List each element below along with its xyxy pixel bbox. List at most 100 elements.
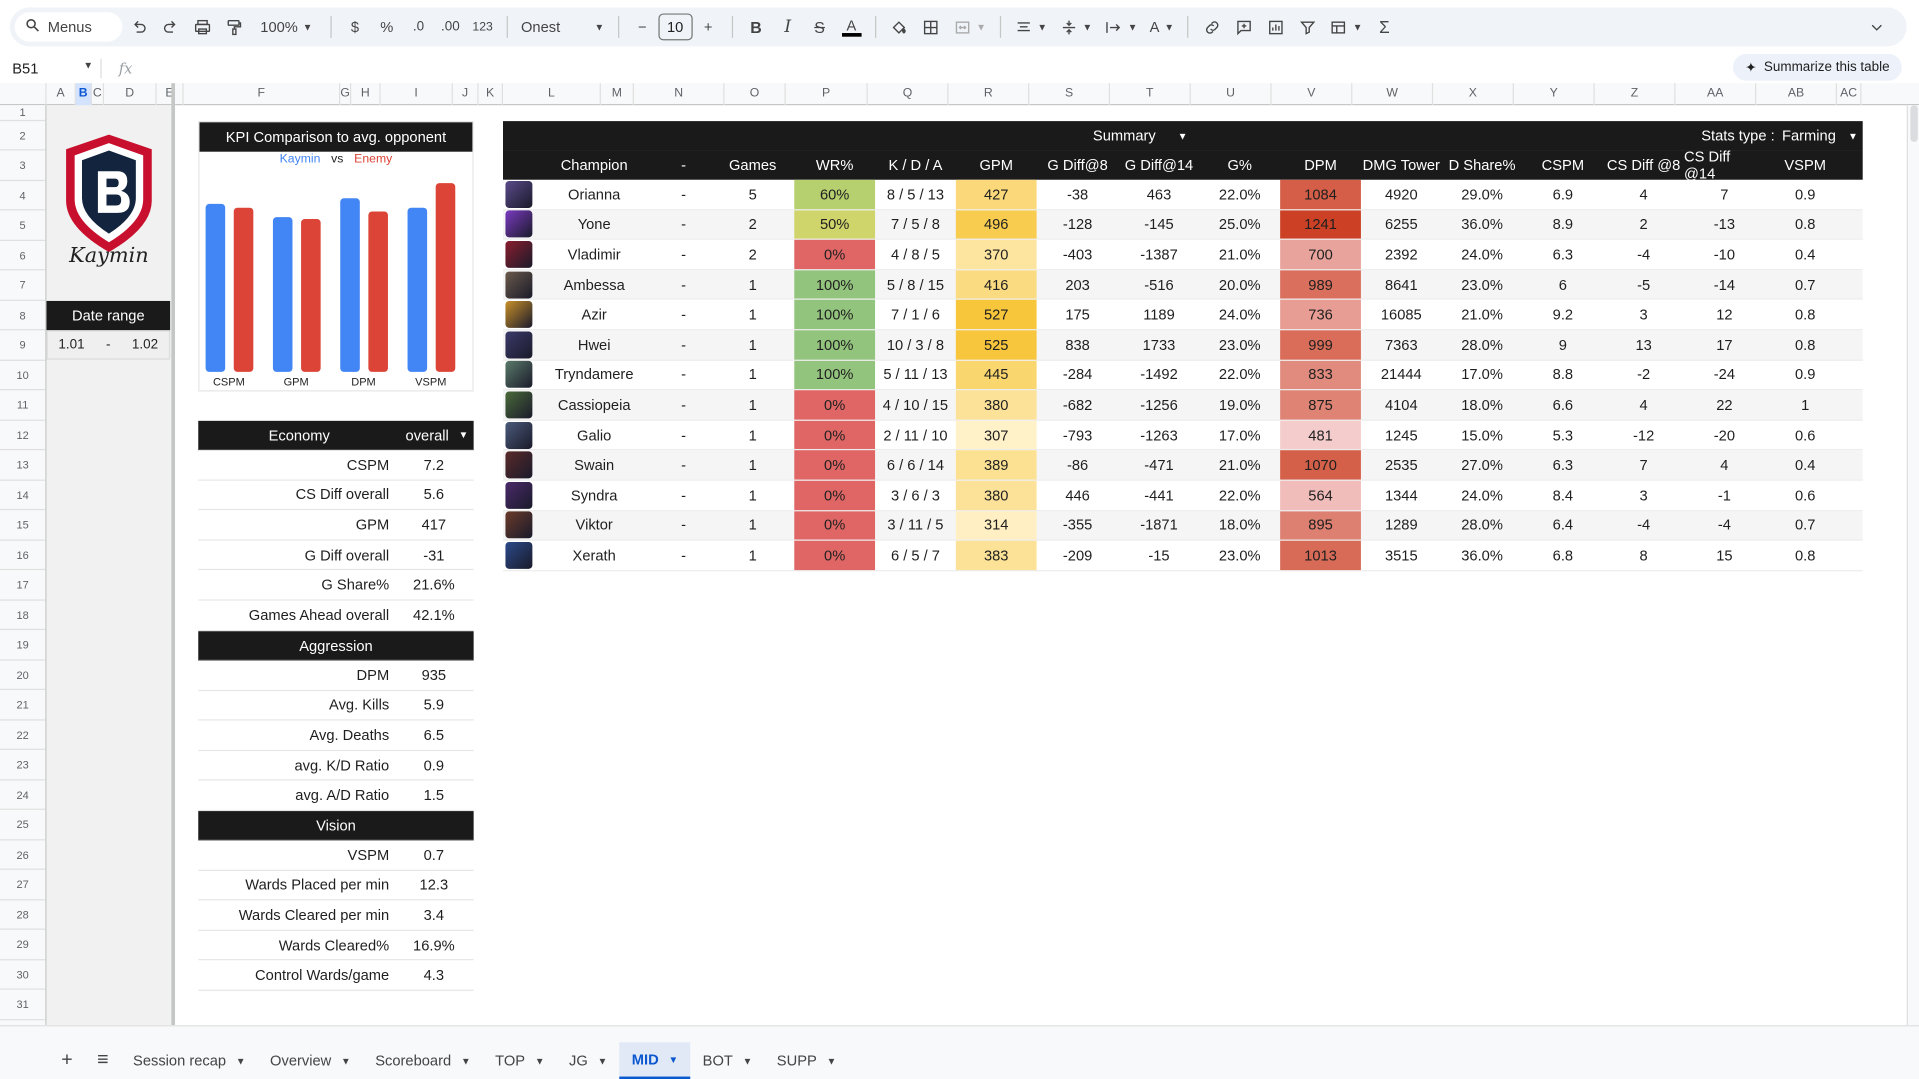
bold-icon[interactable]: B	[742, 12, 769, 41]
vertical-scrollbar[interactable]	[1906, 105, 1919, 1026]
row-header[interactable]: 11	[0, 390, 46, 421]
add-sheet-icon[interactable]: +	[49, 1042, 85, 1079]
column-header[interactable]: Z	[1595, 83, 1676, 106]
column-header[interactable]: GPM	[956, 150, 1037, 179]
row-header[interactable]: 10	[0, 361, 46, 391]
table-row[interactable]: Azir - 1 100% 7 / 1 / 6 527 175 1189 24.0% 736 160…	[503, 300, 1863, 331]
chevron-down-icon[interactable]: ▼	[598, 1055, 608, 1066]
column-header[interactable]: G Diff@8	[1037, 150, 1119, 179]
sheet-tab-top[interactable]: TOP ▼	[483, 1042, 557, 1079]
column-header[interactable]: AA	[1675, 83, 1757, 106]
chevron-down-icon[interactable]: ▼	[743, 1055, 753, 1066]
stats-type-dropdown[interactable]: Stats type : Farming ▼	[1701, 121, 1858, 150]
column-header[interactable]: AB	[1756, 83, 1837, 106]
row-header[interactable]: 5	[0, 210, 46, 242]
column-header[interactable]: AC	[1837, 83, 1862, 106]
column-header[interactable]: VSPM	[1765, 150, 1846, 179]
collapse-toolbar-icon[interactable]	[1863, 12, 1890, 41]
horizontal-scrollbar[interactable]	[0, 1025, 1919, 1043]
column-header[interactable]: CS Diff @8	[1603, 150, 1684, 179]
summarize-table-button[interactable]: ✦ Summarize this table	[1733, 53, 1902, 81]
font-size-increase-icon[interactable]: +	[695, 12, 722, 41]
row-header[interactable]: 7	[0, 270, 46, 301]
column-header[interactable]: K / D / A	[875, 150, 956, 179]
column-header[interactable]: DPM	[1280, 150, 1361, 179]
column-header[interactable]: -	[656, 150, 711, 179]
column-header[interactable]: K	[479, 83, 504, 106]
column-header[interactable]: CS Diff @14	[1684, 148, 1765, 182]
row-header[interactable]: 28	[0, 900, 46, 930]
column-header[interactable]: F	[184, 83, 341, 106]
column-header[interactable]: E	[157, 83, 184, 106]
column-header[interactable]: WR%	[794, 150, 875, 179]
table-row[interactable]: Swain - 1 0% 6 / 6 / 14 389 -86 -471 21.0% 1070 25…	[503, 450, 1863, 481]
insert-comment-icon[interactable]	[1230, 12, 1257, 41]
column-header[interactable]: DMG Tower	[1361, 150, 1442, 179]
row-header[interactable]: 8	[0, 301, 46, 331]
insert-chart-icon[interactable]	[1262, 12, 1289, 41]
paint-format-icon[interactable]	[220, 12, 247, 41]
align-vertical-icon[interactable]: ▼	[1056, 12, 1096, 41]
table-row[interactable]: Xerath - 1 0% 6 / 5 / 7 383 -209 -15 23.0% 1013 35…	[503, 540, 1863, 571]
text-color-icon[interactable]: A	[838, 12, 865, 41]
table-row[interactable]: Viktor - 1 0% 3 / 11 / 5 314 -355 -1871 18.0% 895…	[503, 510, 1863, 541]
redo-icon[interactable]	[157, 12, 184, 41]
chevron-down-icon[interactable]: ▼	[668, 1054, 678, 1065]
row-header[interactable]: 13	[0, 450, 46, 481]
scroll-thumb[interactable]	[1910, 105, 1918, 142]
strikethrough-icon[interactable]: S	[806, 12, 833, 41]
column-header[interactable]: G	[340, 83, 352, 106]
sheet-tab-supp[interactable]: SUPP ▼	[765, 1042, 849, 1079]
column-header[interactable]: W	[1352, 83, 1434, 106]
row-header[interactable]: 27	[0, 870, 46, 901]
row-header[interactable]: 4	[0, 181, 46, 211]
row-header[interactable]: 31	[0, 990, 46, 1021]
name-box[interactable]: B51 ▼	[0, 60, 100, 77]
chevron-down-icon[interactable]: ▼	[827, 1055, 837, 1066]
table-row[interactable]: Tryndamere - 1 100% 5 / 11 / 13 445 -284 -1492 2…	[503, 360, 1863, 391]
sheet-tab-session-recap[interactable]: Session recap ▼	[121, 1042, 258, 1079]
column-header[interactable]: J	[453, 83, 479, 106]
fill-color-icon[interactable]	[886, 12, 913, 41]
row-header[interactable]: 12	[0, 421, 46, 451]
row-header[interactable]: 22	[0, 721, 46, 750]
row-header[interactable]: 19	[0, 630, 46, 661]
column-header[interactable]: C	[92, 83, 105, 106]
text-rotation-icon[interactable]: A ▼	[1146, 12, 1178, 41]
font-select[interactable]: Onest ▼	[517, 12, 608, 41]
column-header[interactable]: G Diff@14	[1119, 150, 1200, 179]
borders-icon[interactable]	[918, 12, 945, 41]
column-header[interactable]: I	[381, 83, 453, 106]
row-header[interactable]: 26	[0, 840, 46, 870]
date-range-values[interactable]: 1.01 - 1.02	[46, 330, 171, 360]
column-header[interactable]: D	[104, 83, 157, 106]
chevron-down-icon[interactable]: ▼	[535, 1055, 545, 1066]
summary-dropdown[interactable]: Summary ▼	[1093, 121, 1188, 150]
print-icon[interactable]	[188, 12, 215, 41]
row-header[interactable]: 29	[0, 930, 46, 961]
date-from[interactable]: 1.01	[58, 338, 84, 353]
row-header[interactable]: 30	[0, 960, 46, 990]
column-header[interactable]: L	[503, 83, 601, 106]
percent-format-button[interactable]: %	[373, 12, 400, 41]
chevron-down-icon[interactable]: ▼	[341, 1055, 351, 1066]
column-header[interactable]: A	[47, 83, 76, 106]
column-header[interactable]: Games	[711, 150, 794, 179]
table-row[interactable]: Ambessa - 1 100% 5 / 8 / 15 416 203 -516 20.0% 98…	[503, 270, 1863, 301]
insert-link-icon[interactable]	[1199, 12, 1226, 41]
font-size-decrease-icon[interactable]: −	[629, 12, 656, 41]
italic-icon[interactable]: I	[774, 12, 801, 41]
column-header[interactable]: M	[601, 83, 634, 106]
kpi-chart[interactable]: KPI Comparison to avg. opponent Kaymin v…	[198, 121, 474, 392]
column-header[interactable]: B	[75, 83, 92, 106]
sheet-tab-bot[interactable]: BOT ▼	[690, 1042, 764, 1079]
table-row[interactable]: Cassiopeia - 1 0% 4 / 10 / 15 380 -682 -1256 19.…	[503, 390, 1863, 421]
sheet-tab-mid[interactable]: MID ▼	[619, 1042, 691, 1079]
row-header[interactable]: 18	[0, 601, 46, 631]
zoom-select[interactable]: 100% ▼	[252, 12, 321, 41]
undo-icon[interactable]	[125, 12, 152, 41]
column-header[interactable]: X	[1433, 83, 1514, 106]
row-header[interactable]: 16	[0, 541, 46, 571]
table-row[interactable]: Galio - 1 0% 2 / 11 / 10 307 -793 -1263 17.0% 481…	[503, 420, 1863, 451]
column-header[interactable]: Champion	[503, 150, 656, 179]
